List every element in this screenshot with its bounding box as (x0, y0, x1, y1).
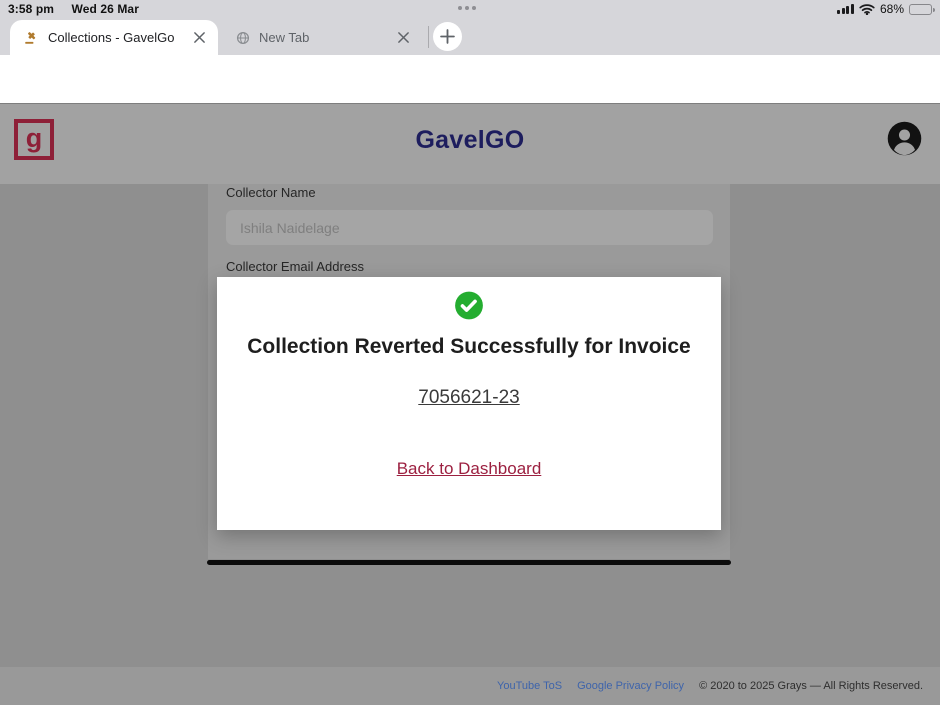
status-right-cluster: 68% (837, 1, 932, 17)
copyright-text: © 2020 to 2025 Grays — All Rights Reserv… (699, 680, 923, 692)
status-time-date: 3:58 pm Wed 26 Mar (8, 2, 139, 16)
status-date: Wed 26 Mar (72, 2, 139, 16)
back-to-dashboard-link[interactable]: Back to Dashboard (397, 459, 542, 478)
new-tab-button[interactable] (433, 22, 462, 51)
tab-close-button[interactable] (397, 31, 410, 44)
youtube-tos-link[interactable]: YouTube ToS (497, 680, 562, 692)
battery-percentage: 68% (880, 2, 904, 16)
tab-collections-gavelgo[interactable]: Collections - GavelGo (10, 20, 218, 55)
back-to-dashboard-row: Back to Dashboard (217, 459, 721, 479)
success-modal: Collection Reverted Successfully for Inv… (217, 277, 721, 530)
tab-new-tab[interactable]: New Tab (224, 20, 420, 55)
status-time: 3:58 pm (8, 2, 54, 16)
tab-title: New Tab (259, 30, 397, 45)
collector-name-input[interactable] (226, 210, 713, 245)
invoice-number-link[interactable]: 7056621-23 (418, 387, 519, 408)
invoice-number-row: 7056621-23 (217, 387, 721, 409)
browser-toolbar: gavelgo.grays.com.au 2 (0, 55, 940, 104)
tab-title: Collections - GavelGo (48, 30, 193, 45)
battery-icon (909, 4, 932, 15)
page-footer: YouTube ToS Google Privacy Policy © 2020… (0, 667, 940, 705)
gavel-favicon (24, 30, 39, 45)
collector-email-label: Collector Email Address (226, 259, 364, 274)
success-check-icon (455, 291, 484, 320)
wifi-icon (859, 3, 875, 15)
cellular-signal-icon (837, 4, 854, 14)
browser-chrome-top: 3:58 pm Wed 26 Mar 68% (0, 0, 940, 55)
page-title: GavelGO (0, 126, 940, 155)
collector-name-label: Collector Name (226, 185, 316, 200)
site-header: g GavelGO (0, 104, 940, 184)
globe-favicon (236, 31, 250, 45)
tab-close-button[interactable] (193, 31, 206, 44)
account-avatar-icon[interactable] (887, 121, 922, 156)
tab-strip-divider (428, 26, 429, 48)
modal-title: Collection Reverted Successfully for Inv… (217, 335, 721, 359)
card-bottom-bar (207, 560, 731, 565)
screen: 3:58 pm Wed 26 Mar 68% (0, 0, 940, 705)
multitasking-dots-icon (458, 6, 476, 10)
google-privacy-policy-link[interactable]: Google Privacy Policy (577, 680, 684, 692)
